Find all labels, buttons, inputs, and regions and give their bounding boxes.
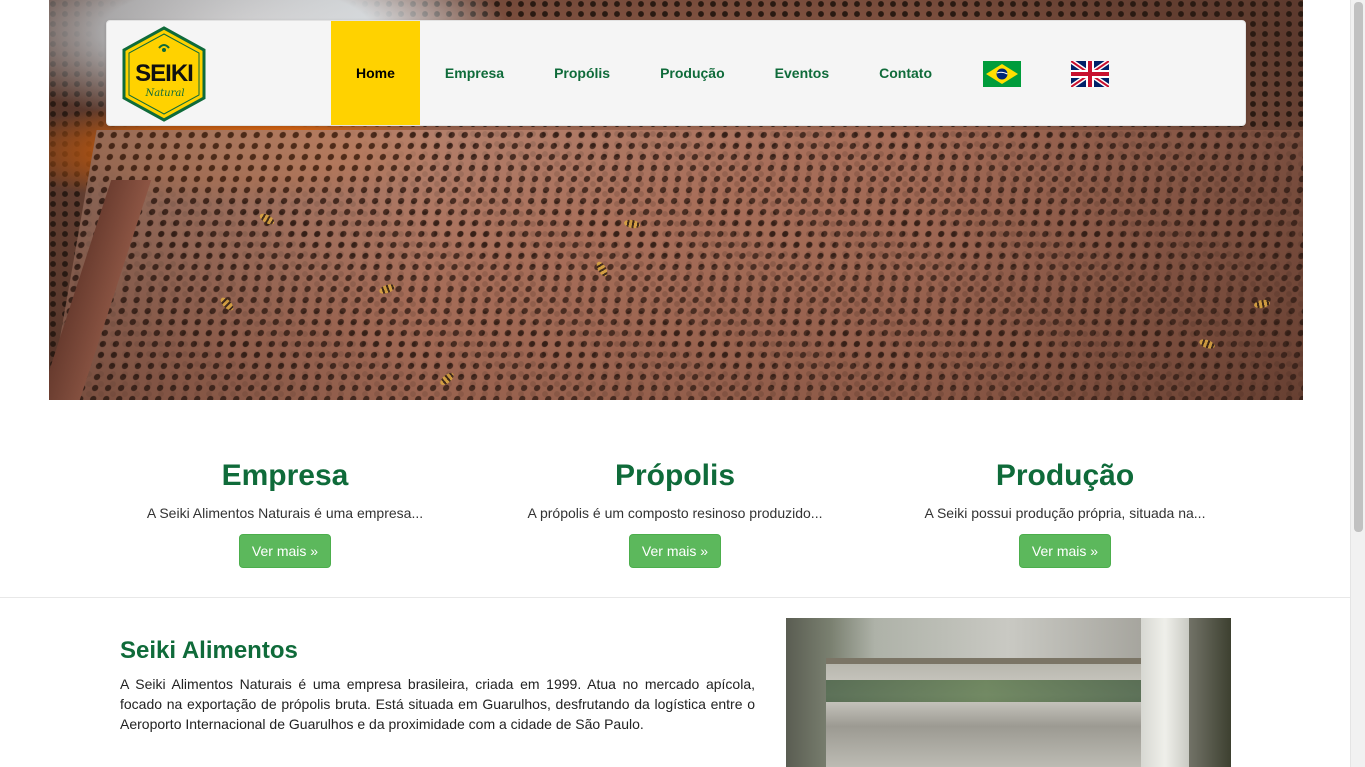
hive-box bbox=[826, 658, 1146, 767]
feature-empresa: Empresa A Seiki Alimentos Naturais é uma… bbox=[90, 458, 480, 578]
about-title: Seiki Alimentos bbox=[120, 637, 298, 664]
section-divider bbox=[0, 597, 1350, 598]
nav-producao[interactable]: Produção bbox=[635, 21, 750, 125]
nav-contato[interactable]: Contato bbox=[854, 21, 957, 125]
nav-eventos[interactable]: Eventos bbox=[750, 21, 854, 125]
page: SEIKI Natural Home Empresa Propólis Prod… bbox=[0, 0, 1365, 767]
beehive-photo bbox=[786, 618, 1231, 767]
hive-side bbox=[1141, 618, 1189, 767]
logo-text: SEIKI bbox=[135, 60, 194, 87]
seiki-logo[interactable]: SEIKI Natural bbox=[121, 26, 207, 122]
logo-subtext: Natural bbox=[145, 88, 185, 99]
features-row: Empresa A Seiki Alimentos Naturais é uma… bbox=[90, 458, 1260, 578]
feature-title: Própolis bbox=[614, 459, 735, 492]
about-section: Seiki Alimentos A Seiki Alimentos Natura… bbox=[120, 636, 755, 734]
main-nav: Home Empresa Propólis Produção Eventos C… bbox=[331, 21, 957, 125]
feature-text: A Seiki possui produção própria, situada… bbox=[924, 505, 1206, 521]
feature-text: A Seiki Alimentos Naturais é uma empresa… bbox=[146, 505, 424, 521]
ver-mais-button[interactable]: Ver mais » bbox=[238, 534, 332, 568]
feature-propolis: Própolis A própolis é um composto resino… bbox=[480, 458, 870, 578]
scrollbar-thumb[interactable] bbox=[1354, 2, 1363, 532]
vertical-scrollbar[interactable] bbox=[1350, 0, 1365, 767]
feature-title: Produção bbox=[995, 459, 1135, 492]
navbar: SEIKI Natural Home Empresa Propólis Prod… bbox=[106, 20, 1246, 126]
uk-flag-icon[interactable] bbox=[1069, 58, 1111, 90]
feature-text: A própolis é um composto resinoso produz… bbox=[527, 505, 823, 521]
feature-producao: Produção A Seiki possui produção própria… bbox=[870, 458, 1260, 578]
ver-mais-button[interactable]: Ver mais » bbox=[1018, 534, 1112, 568]
nav-home[interactable]: Home bbox=[331, 21, 420, 125]
about-text: A Seiki Alimentos Naturais é uma empresa… bbox=[120, 676, 755, 732]
ver-mais-button[interactable]: Ver mais » bbox=[628, 534, 722, 568]
nav-propolis[interactable]: Propólis bbox=[529, 21, 635, 125]
nav-empresa[interactable]: Empresa bbox=[420, 21, 529, 125]
feature-title: Empresa bbox=[221, 459, 349, 492]
hive-band bbox=[826, 680, 1146, 702]
brazil-flag-icon[interactable] bbox=[983, 61, 1021, 87]
